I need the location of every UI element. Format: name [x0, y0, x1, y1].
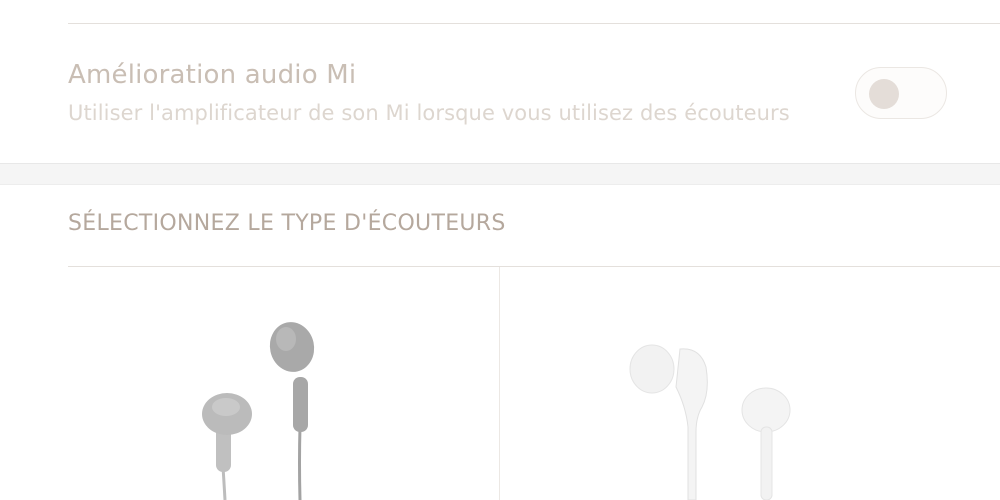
in-ear-headphones-icon: [629, 344, 791, 500]
section-separator: [0, 163, 1000, 185]
audio-enhancement-title: Amélioration audio Mi: [68, 60, 357, 90]
top-divider: [68, 23, 1000, 24]
toggle-knob: [869, 79, 899, 109]
headphone-option-earbuds[interactable]: [68, 267, 499, 500]
headphone-type-header: SÉLECTIONNEZ LE TYPE D'ÉCOUTEURS: [68, 211, 506, 236]
earbuds-icon: [202, 322, 315, 500]
audio-enhancement-toggle[interactable]: [855, 67, 947, 119]
audio-enhancement-subtitle: Utiliser l'amplificateur de son Mi lorsq…: [68, 101, 790, 125]
headphone-option-in-ear[interactable]: [500, 267, 1000, 500]
